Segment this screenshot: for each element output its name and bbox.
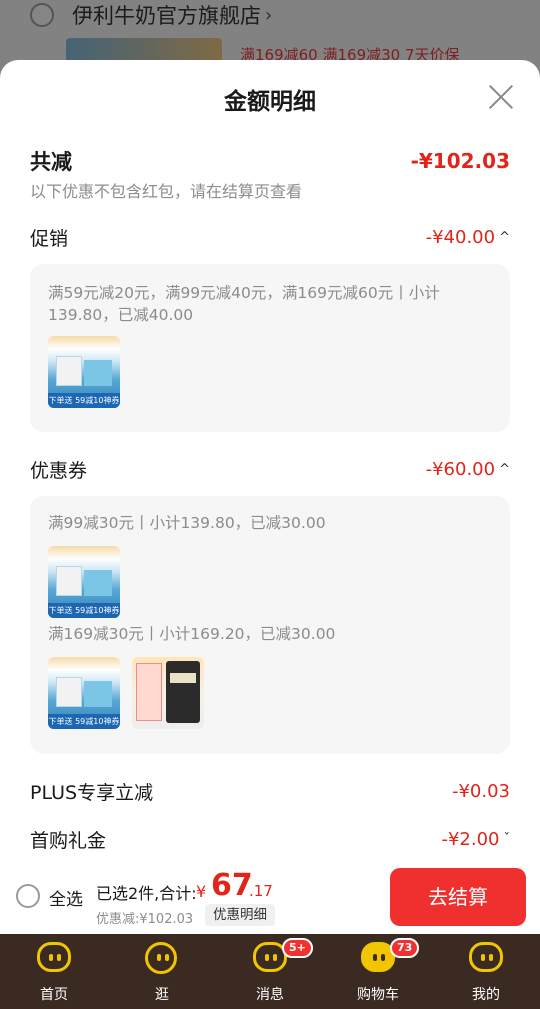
total-currency: ¥ — [196, 882, 207, 901]
plus-discount-label: PLUS专享立减 — [30, 782, 154, 804]
tab-home[interactable]: 首页 — [0, 934, 108, 1009]
total-integer: 67 — [211, 868, 253, 903]
cart-badge: 73 — [390, 938, 420, 958]
discount-detail-button[interactable]: 优惠明细 — [205, 904, 275, 926]
promotion-row[interactable]: 促销 -¥40.00 ^ — [30, 224, 510, 251]
checkout-bar: 全选 已选2件,合计: ¥ 67 .17 优惠减:¥102.03 优惠明细 去结… — [0, 860, 540, 934]
home-face-icon — [37, 942, 71, 972]
tab-cart[interactable]: 73 购物车 — [324, 934, 432, 1009]
first-gift-row[interactable]: 首购礼金 -¥2.00 ˇ — [30, 826, 510, 853]
tab-browse[interactable]: 逛 — [108, 934, 216, 1009]
discount-note: 以下优惠不包含红包，请在结算页查看 — [30, 182, 303, 201]
product-thumbnail[interactable] — [132, 657, 204, 729]
plus-discount-value: -¥0.03 — [451, 781, 510, 802]
selected-count: 已选2件,合计: — [96, 884, 197, 903]
thumbnail-caption: 下单送 59减10神券 — [48, 393, 120, 408]
bottom-tab-bar: 首页 逛 5+ 消息 73 购物车 我的 — [0, 934, 540, 1009]
promotion-value: -¥40.00 ^ — [426, 227, 510, 248]
detail-content: 共减 -¥102.03 以下优惠不包含红包，请在结算页查看 促销 -¥40.00… — [12, 132, 528, 860]
promotion-amount: -¥40.00 — [425, 227, 496, 248]
amount-detail-sheet: 金额明细 共减 -¥102.03 以下优惠不包含红包，请在结算页查看 促销 -¥… — [0, 60, 540, 860]
coupon-card: 满99减30元丨小计139.80，已减30.00 下单送 59减10神券 满16… — [30, 496, 510, 754]
profile-icon — [469, 942, 503, 972]
first-gift-amount: -¥2.00 — [441, 829, 500, 850]
tab-label: 我的 — [472, 987, 500, 1003]
tab-profile[interactable]: 我的 — [432, 934, 540, 1009]
thumbnail-caption: 下单送 59减10神券 — [48, 603, 120, 618]
product-thumbnail[interactable]: 下单送 59减10神券 — [48, 546, 120, 618]
first-gift-value: -¥2.00 ˇ — [441, 829, 510, 850]
first-gift-label: 首购礼金 — [30, 830, 107, 852]
coupon-value: -¥60.00 ^ — [426, 459, 510, 480]
product-thumbnail[interactable]: 下单送 59减10神券 — [48, 657, 120, 729]
total-discount-value: -¥102.03 — [410, 149, 510, 173]
tab-label: 购物车 — [357, 987, 399, 1003]
chevron-up-icon: ^ — [499, 230, 510, 245]
chevron-down-icon: ˇ — [503, 832, 511, 847]
checkout-button[interactable]: 去结算 — [390, 868, 526, 926]
product-thumbnail[interactable]: 下单送 59减10神券 — [48, 336, 120, 408]
coupon-label: 优惠券 — [30, 460, 88, 482]
coupon-rule: 满169减30元丨小计169.20，已减30.00 — [48, 625, 336, 643]
total-discount-row: 共减 -¥102.03 — [30, 146, 510, 176]
plus-discount-row: PLUS专享立减 -¥0.03 — [30, 778, 510, 805]
tab-label: 首页 — [40, 987, 68, 1003]
thumbnail-caption: 下单送 59减10神券 — [48, 714, 120, 729]
coupon-row[interactable]: 优惠券 -¥60.00 ^ — [30, 456, 510, 483]
tab-messages[interactable]: 5+ 消息 — [216, 934, 324, 1009]
total-decimal: .17 — [249, 882, 273, 900]
chevron-up-icon: ^ — [499, 462, 510, 477]
promotion-rule: 满59元减20元，满99元减40元，满169元减60元丨小计139.80，已减4… — [48, 284, 440, 324]
sheet-title: 金额明细 — [224, 89, 316, 115]
tab-label: 逛 — [155, 987, 169, 1003]
select-all-radio[interactable] — [16, 884, 40, 908]
browse-icon — [145, 942, 177, 974]
message-badge: 5+ — [282, 938, 313, 958]
promotion-card: 满59元减20元，满99元减40元，满169元减60元丨小计139.80，已减4… — [30, 264, 510, 432]
total-discount-label: 共减 — [30, 150, 72, 174]
coupon-rule: 满99减30元丨小计139.80，已减30.00 — [48, 514, 326, 532]
discount-summary: 优惠减:¥102.03 — [96, 912, 194, 927]
close-icon[interactable] — [488, 84, 514, 110]
promotion-label: 促销 — [30, 228, 69, 250]
tab-label: 消息 — [256, 987, 284, 1003]
select-all-label[interactable]: 全选 — [49, 885, 83, 910]
coupon-amount: -¥60.00 — [425, 459, 496, 480]
